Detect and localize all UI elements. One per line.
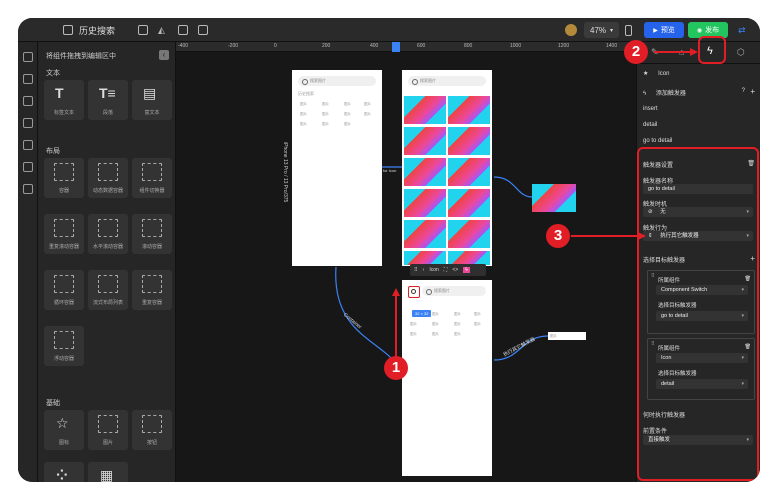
component-tile[interactable]: 组件切换器 (132, 158, 172, 198)
annotation-badge-3: 3 (546, 224, 570, 248)
connector-lines (335, 166, 549, 376)
rail-assets-icon[interactable] (23, 96, 33, 106)
component-tile[interactable]: 按钮 (132, 410, 172, 450)
rich-text-icon: ▤ (143, 85, 157, 101)
section-text: 文本 (46, 70, 60, 77)
properties-panel: ✎ ⌂ ϟ ⬡ ★ Icon ϟ 添加触发器 ? + insert detail… (636, 42, 760, 482)
annotation-badge-1: 1 (384, 356, 408, 380)
selected-component: ★ Icon (643, 71, 670, 77)
component-tile[interactable]: 图片 (88, 410, 128, 450)
page-title-group[interactable]: 历史搜索 (63, 22, 115, 38)
cube-icon[interactable]: ⬡ (737, 47, 745, 58)
section-basic: 基础 (46, 400, 60, 407)
section-layout: 布局 (46, 148, 60, 155)
rail-code-icon[interactable] (23, 140, 33, 150)
container-icon (54, 163, 74, 181)
app-window: 历史搜索 ◭ 47% ▾ ▶ 预览 ◉ 发布 ⇄ 将组件拖拽到编辑区中 ‹ 文本… (18, 18, 760, 482)
paragraph-icon: T≡ (99, 85, 116, 101)
component-tile[interactable]: 水平滚动容器 (88, 214, 128, 254)
horizontal-scroll-icon (98, 219, 118, 237)
switcher-icon (142, 163, 162, 181)
text-t-icon: T (55, 85, 64, 101)
toolbar-icon-2[interactable]: ◭ (158, 22, 165, 38)
highlight-trigger-tab (698, 36, 726, 64)
image-icon (198, 25, 208, 35)
highlight-trigger-settings (637, 147, 759, 481)
scroll-container-icon (142, 219, 162, 237)
style-tab-icon[interactable]: ✎ (651, 47, 659, 58)
rail-table-icon[interactable] (23, 162, 33, 172)
editor-canvas[interactable]: -400 -200 0 200 400 600 800 1000 1200 14… (176, 42, 636, 482)
share-button[interactable]: ⇄ (738, 22, 746, 38)
top-toolbar: 历史搜索 ◭ 47% ▾ ▶ 预览 ◉ 发布 ⇄ (18, 18, 760, 42)
component-tile[interactable]: ▤ 富文本 (132, 80, 172, 120)
qrcode-icon: ▦ (100, 467, 114, 482)
help-icon[interactable]: ? (742, 88, 745, 94)
left-icon-rail (18, 42, 38, 482)
add-trigger-row[interactable]: ϟ 添加触发器 ? + (643, 87, 755, 97)
chevron-left-icon[interactable]: ‹ (159, 50, 169, 60)
component-tile[interactable]: 循环容器 (44, 270, 84, 310)
component-tile[interactable]: 容器 (44, 158, 84, 198)
component-tile[interactable]: 重复滚动容器 (44, 214, 84, 254)
loop-container-icon (54, 275, 74, 293)
rail-layers-icon[interactable] (23, 118, 33, 128)
component-tile[interactable]: T 标签文本 (44, 80, 84, 120)
page-icon (63, 25, 73, 35)
trigger-item[interactable]: detail (643, 122, 657, 128)
toolbar-icon-3[interactable] (178, 22, 188, 38)
float-container-icon (54, 331, 74, 349)
repeat-scroll-icon (54, 219, 74, 237)
eye-icon: ◉ (696, 27, 703, 34)
device-toggle[interactable] (625, 22, 632, 38)
component-tile[interactable]: ☆ 图标 (44, 410, 84, 450)
component-tile[interactable]: T≡ 段落 (88, 80, 128, 120)
image-icon (98, 415, 118, 433)
flow-list-icon (98, 275, 118, 293)
component-tile[interactable]: ▦ (88, 462, 128, 482)
component-tile[interactable]: 重复容器 (132, 270, 172, 310)
chevron-down-icon: ▾ (610, 27, 614, 34)
zoom-value: 47% (590, 25, 607, 35)
dots-icon: ⁘ (56, 467, 68, 482)
zoom-select[interactable]: 47% ▾ (584, 22, 620, 38)
trigger-item[interactable]: insert (643, 106, 658, 112)
connector-label-icon: for Icon (383, 168, 397, 173)
component-tile[interactable]: 流式布局列表 (88, 270, 128, 310)
phone-icon (625, 24, 632, 36)
component-panel: 将组件拖拽到编辑区中 ‹ 文本 T 标签文本 T≡ 段落 ▤ 富文本 布局 容器 动态… (38, 42, 176, 482)
grid-icon (178, 25, 188, 35)
share-icon: ⇄ (738, 24, 746, 35)
layout-tab-icon[interactable]: ⌂ (679, 47, 684, 57)
component-tile[interactable]: 浮动容器 (44, 326, 84, 366)
layers-icon: ◭ (158, 24, 165, 35)
panel-header: 将组件拖拽到编辑区中 (46, 53, 116, 60)
lightning-icon: ϟ (643, 91, 647, 97)
dynamic-container-icon (98, 163, 118, 181)
rail-components-icon[interactable] (23, 52, 33, 62)
toolbar-icon-4[interactable] (198, 22, 208, 38)
component-tile[interactable]: 滚动容器 (132, 214, 172, 254)
rail-settings-icon[interactable] (23, 184, 33, 194)
star-icon: ★ (643, 71, 649, 77)
preview-button[interactable]: ▶ 预览 (644, 22, 684, 38)
trigger-item-active[interactable]: go to detail (643, 138, 672, 144)
button-icon (142, 415, 162, 433)
toolbar-icon-1[interactable] (138, 22, 148, 38)
rail-tree-icon[interactable] (23, 74, 33, 84)
component-tile[interactable]: ⁘ (44, 462, 84, 482)
star-icon: ☆ (56, 415, 69, 431)
avatar[interactable] (565, 22, 577, 38)
component-tile[interactable]: 动态数据容器 (88, 158, 128, 198)
file-icon (138, 25, 148, 35)
repeat-container-icon (142, 275, 162, 293)
page-title: 历史搜索 (79, 25, 116, 36)
plus-icon[interactable]: + (750, 87, 755, 96)
annotation-badge-2: 2 (624, 40, 648, 64)
play-icon: ▶ (653, 27, 658, 34)
